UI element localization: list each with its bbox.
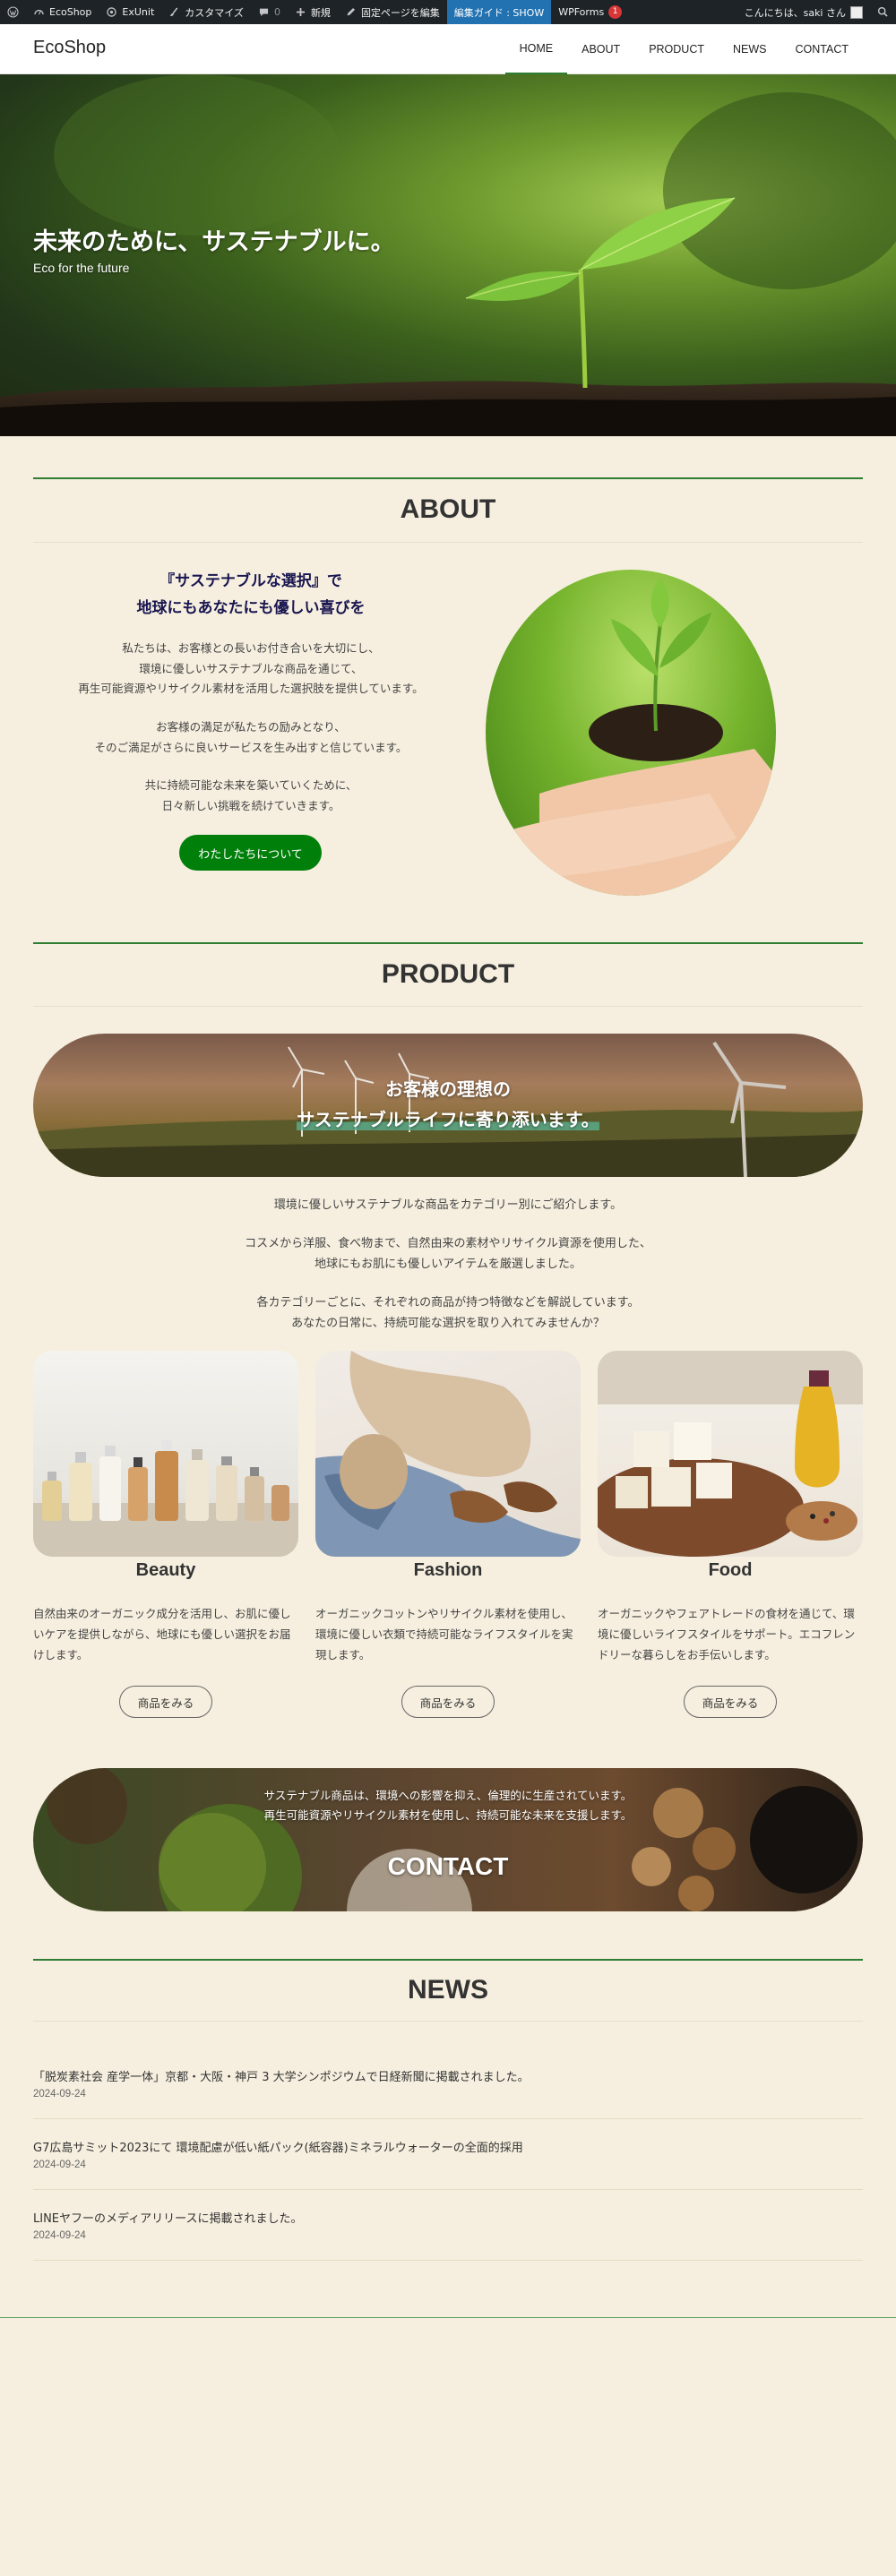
admin-edit-label: 固定ページを編集 xyxy=(360,6,440,19)
hero-section: 未来のために、サステナブルに。 Eco for the future xyxy=(0,74,896,436)
news-item-title[interactable]: 「脱炭素社会 産学一体」京都・大阪・神戸 3 大学シンポジウムで日経新聞に掲載さ… xyxy=(33,2067,530,2084)
fashion-view-products-button[interactable]: 商品をみる xyxy=(401,1686,495,1718)
nav-item-product[interactable]: PRODUCT xyxy=(634,24,719,74)
admin-greeting: こんにちは、saki さん xyxy=(744,6,846,19)
admin-site-link[interactable]: EcoShop xyxy=(26,0,99,24)
admin-exunit-link[interactable]: ExUnit xyxy=(99,0,161,24)
plus-icon xyxy=(296,7,305,17)
wpforms-notification-badge: 1 xyxy=(608,5,623,19)
admin-wpforms-label: WPForms xyxy=(558,6,605,18)
nav-item-about[interactable]: ABOUT xyxy=(567,24,634,74)
wordpress-logo-menu[interactable] xyxy=(0,0,26,24)
contact-banner[interactable]: サステナブル商品は、環境への影響を抑え、倫理的に生産されています。 再生可能資源… xyxy=(33,1768,863,1911)
site-header: EcoShop HOME ABOUT PRODUCT NEWS CONTACT xyxy=(0,24,896,74)
product-title-divider xyxy=(33,1006,863,1007)
admin-wpforms-link[interactable]: WPForms 1 xyxy=(551,0,629,24)
product-section-title: PRODUCT xyxy=(381,959,515,989)
about-text-line: 再生可能資源やリサイクル素材を活用した選択肢を提供しています。 xyxy=(78,682,424,695)
about-text-line: 環境に優しいサステナブルな商品を通じて、 xyxy=(139,662,363,675)
wordpress-icon xyxy=(7,6,19,18)
product-intro-line: 地球にもお肌にも優しいアイテムを厳選しました。 xyxy=(314,1258,582,1271)
nav-item-home[interactable]: HOME xyxy=(504,24,568,74)
news-item[interactable]: 「脱炭素社会 産学一体」京都・大阪・神戸 3 大学シンポジウムで日経新聞に掲載さ… xyxy=(33,2049,863,2119)
about-text-line: 私たちは、お客様との長いお付き合いを大切にし、 xyxy=(122,641,380,655)
hero-title: 未来のために、サステナブルに。 xyxy=(33,228,395,256)
card-desc-fashion: オーガニックコットンやリサイクル素材を使用し、環境に優しい衣類で持続可能なライフ… xyxy=(315,1607,573,1662)
admin-search-button[interactable] xyxy=(870,0,896,24)
news-item[interactable]: G7広島サミット2023にて 環境配慮が低い紙パック(紙容器)ミネラルウォーター… xyxy=(33,2120,863,2190)
hands-seedling-image xyxy=(486,570,776,896)
admin-site-label: EcoShop xyxy=(49,6,92,18)
brush-icon xyxy=(170,7,178,17)
exunit-icon xyxy=(107,7,117,17)
product-banner-line2-wrap: サステナブルライフに寄り添います。 xyxy=(33,1104,863,1135)
news-item-title[interactable]: LINEヤフーのメディアリリースに掲載されました。 xyxy=(33,2209,302,2226)
global-nav: HOME ABOUT PRODUCT NEWS CONTACT xyxy=(504,24,864,74)
card-desc-beauty: 自然由来のオーガニック成分を活用し、お肌に優しいケアを提供しながら、地球にも優し… xyxy=(33,1607,291,1662)
admin-comments-link[interactable]: 0 xyxy=(251,0,288,24)
fashion-product-image[interactable] xyxy=(315,1351,581,1557)
news-item-date: 2024-09-24 xyxy=(33,2230,86,2241)
news-section-title: NEWS xyxy=(408,1975,488,2005)
site-title[interactable]: EcoShop xyxy=(33,38,106,58)
admin-guide-label: 編集ガイド : SHOW xyxy=(453,6,545,19)
news-title-divider xyxy=(33,2021,863,2022)
admin-customize-label: カスタマイズ xyxy=(185,6,244,19)
admin-new-label: 新規 xyxy=(310,6,331,19)
product-intro-line: 環境に優しいサステナブルな商品をカテゴリー別にご紹介します。 xyxy=(273,1198,623,1212)
about-top-rule xyxy=(33,477,863,479)
about-us-button[interactable]: わたしたちについて xyxy=(179,835,322,871)
about-text-line: お客様の満足が私たちの励みとなり、 xyxy=(156,720,346,734)
product-banner-line1: お客様の理想の xyxy=(385,1078,511,1100)
about-heading-line2: 地球にもあなたにも優しい喜びを xyxy=(136,599,366,617)
food-view-products-button[interactable]: 商品をみる xyxy=(684,1686,777,1718)
contact-banner-line1: サステナブル商品は、環境への影響を抑え、倫理的に生産されています。 xyxy=(263,1789,633,1802)
contact-banner-line2: 再生可能資源やリサイクル素材を使用し、持続可能な未来を支援します。 xyxy=(263,1808,633,1822)
comment-count: 0 xyxy=(273,6,280,18)
avatar xyxy=(850,5,863,19)
about-text-line: 共に持続可能な未来を築いていくために、 xyxy=(144,778,358,792)
card-title-food: Food xyxy=(708,1560,753,1580)
hero-subtitle: Eco for the future xyxy=(33,261,130,275)
comment-icon xyxy=(259,8,268,17)
admin-account-menu[interactable]: こんにちは、saki さん xyxy=(737,0,870,24)
product-top-rule xyxy=(33,942,863,944)
card-desc-food: オーガニックやフェアトレードの食材を通じて、環境に優しいライフスタイルをサポート… xyxy=(598,1607,856,1662)
card-title-beauty: Beauty xyxy=(135,1560,196,1580)
pencil-icon xyxy=(347,7,355,16)
dashboard-icon xyxy=(34,9,44,15)
product-intro-line: あなたの日常に、持続可能な選択を取り入れてみませんか？ xyxy=(291,1317,605,1330)
about-section-title: ABOUT xyxy=(400,494,496,524)
admin-exunit-label: ExUnit xyxy=(122,6,155,18)
admin-guide-toggle[interactable]: 編集ガイド : SHOW xyxy=(446,0,552,24)
contact-banner-title: CONTACT xyxy=(387,1852,509,1880)
about-text-line: そのご満足がさらに良いサービスを生み出すと信じています。 xyxy=(94,741,408,754)
news-item-date: 2024-09-24 xyxy=(33,2089,86,2099)
windmill-banner: お客様の理想の サステナブルライフに寄り添います。 xyxy=(33,1034,863,1177)
news-item[interactable]: LINEヤフーのメディアリリースに掲載されました。 2024-09-24 xyxy=(33,2191,863,2261)
nav-item-news[interactable]: NEWS xyxy=(719,24,781,74)
about-text-line: 日々新しい挑戦を続けていきます。 xyxy=(161,799,340,812)
admin-new-link[interactable]: 新規 xyxy=(288,0,338,24)
card-title-fashion: Fashion xyxy=(413,1560,483,1580)
nav-item-contact[interactable]: CONTACT xyxy=(781,24,864,74)
food-product-image[interactable] xyxy=(598,1351,863,1557)
about-title-divider xyxy=(33,542,863,543)
news-top-rule xyxy=(33,1959,863,1961)
news-item-date: 2024-09-24 xyxy=(33,2160,86,2170)
footer-divider xyxy=(0,2317,896,2318)
beauty-product-image[interactable] xyxy=(33,1351,298,1557)
product-intro-line: コスメから洋服、食べ物まで、自然由来の素材やリサイクル資源を使用した、 xyxy=(245,1237,651,1250)
product-banner-line2: サステナブルライフに寄り添います。 xyxy=(297,1109,599,1130)
admin-edit-link[interactable]: 固定ページを編集 xyxy=(338,0,447,24)
admin-bar: EcoShop ExUnit カスタマイズ 0 新規 固定ページを編集 編集ガイ… xyxy=(0,0,896,24)
search-icon xyxy=(877,6,888,17)
product-intro-line: 各カテゴリーごとに、それぞれの商品が持つ特徴などを解説しています。 xyxy=(256,1296,640,1309)
beauty-view-products-button[interactable]: 商品をみる xyxy=(119,1686,212,1718)
about-heading-line1: 『サステナブルな選択』で xyxy=(159,572,342,590)
news-item-title[interactable]: G7広島サミット2023にて 環境配慮が低い紙パック(紙容器)ミネラルウォーター… xyxy=(33,2138,523,2155)
admin-customize-link[interactable]: カスタマイズ xyxy=(161,0,251,24)
